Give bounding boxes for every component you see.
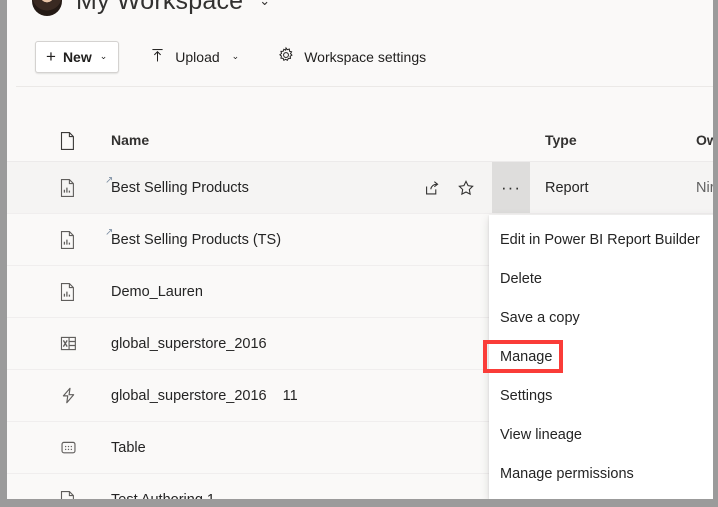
report-icon [59,230,76,255]
ellipsis-icon: ··· [501,177,521,197]
upload-arrow-icon [149,47,166,67]
column-header-type[interactable]: Type [545,132,577,148]
window-edge-right [713,0,718,507]
window-edge-left [0,0,7,507]
menu-item-view-lineage[interactable]: View lineage [489,415,713,454]
row-name: Best Selling Products (TS) [111,232,282,248]
command-bar: + New ⌄ Upload ⌄ Workspace settings [7,26,713,87]
column-header-owner[interactable]: Ow [696,132,713,148]
more-options-button[interactable]: ··· [492,162,530,213]
menu-item-settings[interactable]: Settings [489,376,713,415]
menu-item-edit-in-report-builder[interactable]: Edit in Power BI Report Builder [489,220,713,259]
dataflow-icon [59,386,78,410]
menu-item-save-a-copy[interactable]: Save a copy [489,298,713,337]
column-header-name[interactable]: Name [111,132,149,148]
row-badge: 11 [282,388,298,404]
chevron-down-icon: ⌄ [99,51,108,61]
report-icon [59,178,76,203]
star-icon[interactable] [449,162,483,213]
row-name: global_superstore_2016 11 [111,388,298,404]
chevron-down-icon[interactable]: ⌄ [259,0,270,9]
row-name: Test Authoring 1 [111,474,215,499]
row-owner: Niru [696,180,713,196]
horizontal-scrollbar[interactable] [7,499,718,507]
row-type: Report [545,180,589,196]
row-name: global_superstore_2016 [111,336,267,352]
menu-item-manage-permissions[interactable]: Manage permissions [489,454,713,493]
workspace-settings-button[interactable]: Workspace settings [269,41,434,73]
plus-icon: + [46,47,56,66]
file-icon [59,131,76,156]
screenshot-root: My Workspace ⌄ + New ⌄ Upload ⌄ Workspac… [0,0,718,507]
table-icon [59,438,78,462]
menu-item-manage[interactable]: Manage [489,337,713,376]
context-menu: Edit in Power BI Report Builder Delete S… [489,215,713,499]
menu-item-delete[interactable]: Delete [489,259,713,298]
share-icon[interactable] [415,162,449,213]
page-title: My Workspace [76,0,244,15]
report-icon [59,282,76,307]
workspace-page: My Workspace ⌄ + New ⌄ Upload ⌄ Workspac… [7,0,713,499]
chevron-down-icon: ⌄ [231,51,240,61]
report-icon [59,490,76,499]
table-row[interactable]: ↗ Best Selling Products ··· Report Nir [7,162,713,214]
row-name: Best Selling Products [111,180,249,196]
list-header: Name Type Ow [7,120,713,162]
excel-icon [59,334,78,358]
new-button[interactable]: + New ⌄ [35,40,120,73]
workspace-header: My Workspace ⌄ [7,0,713,20]
workspace-settings-label: Workspace settings [304,48,427,65]
avatar [32,0,62,16]
row-name: Table [111,440,146,456]
upload-button[interactable]: Upload ⌄ [141,41,247,73]
row-name: Demo_Lauren [111,284,203,300]
upload-label: Upload [175,48,220,65]
gear-icon [277,46,295,67]
new-button-label: New [62,48,92,65]
row-actions: ··· [415,162,530,213]
